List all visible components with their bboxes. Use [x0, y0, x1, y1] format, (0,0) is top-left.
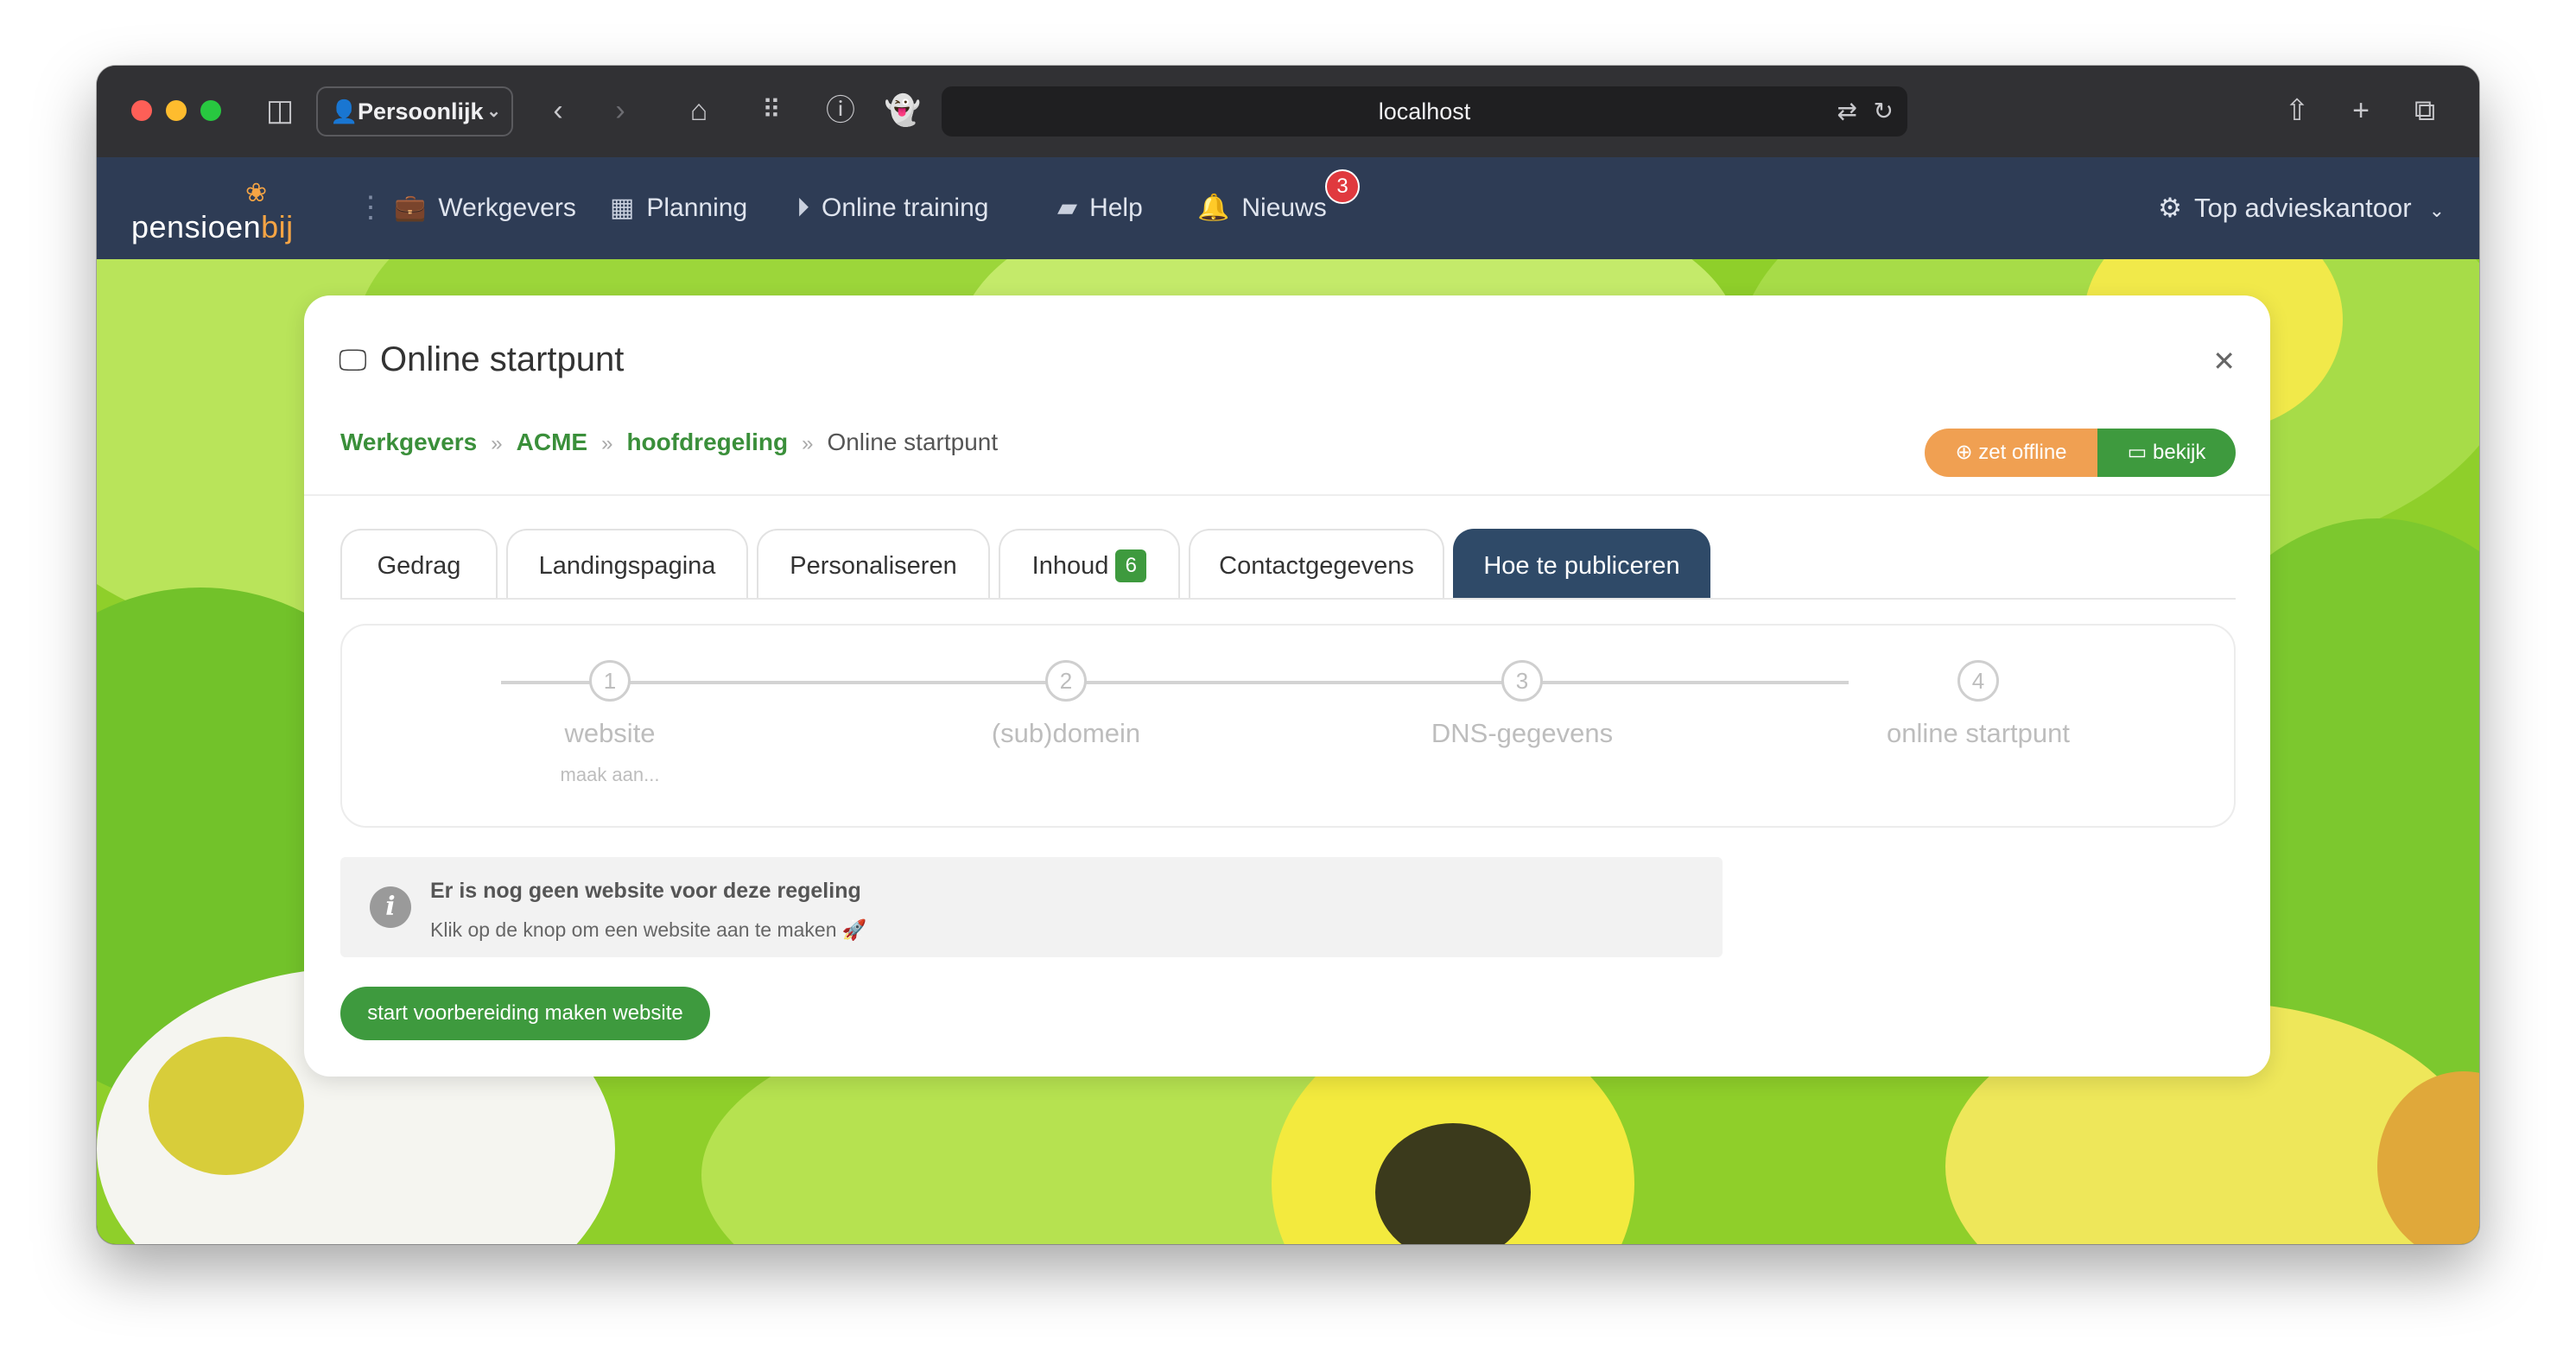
close-window-button[interactable]: [131, 100, 152, 121]
breadcrumb-acme[interactable]: ACME: [517, 429, 587, 455]
step-1-sub: maak aan...: [560, 764, 660, 785]
logo-text-part1: pensioen: [131, 209, 262, 245]
nav-nieuws[interactable]: 🔔 Nieuws: [1197, 157, 1327, 259]
tab-label: Inhoud: [1031, 552, 1109, 580]
nav-online-training[interactable]: ⏵ Online training: [796, 157, 988, 259]
step-3-label: DNS-gegevens: [1431, 718, 1614, 748]
profile-label: Persoonlijk: [358, 98, 484, 124]
monitor-icon: 🖵: [339, 344, 367, 377]
logo-text-part2: bij: [261, 209, 294, 245]
reload-icon[interactable]: ↻: [1874, 86, 1894, 137]
nav-label: Nieuws: [1241, 194, 1327, 222]
tab-hoe-te-publiceren[interactable]: Hoe te publiceren: [1453, 529, 1710, 598]
publish-stepper: 1 website maak aan... 2 (sub)domein 3 DN…: [340, 624, 2236, 828]
translate-icon[interactable]: ⇄: [1837, 86, 1857, 137]
monitor-icon: ▭: [2127, 441, 2148, 464]
play-circle-icon: ⏵: [796, 194, 809, 222]
browser-toolbar: ◫ 👤 Persoonlijk ⌄ ‹ › ⌂ ⠿ ⓘ 👻 localhost …: [97, 66, 2479, 159]
app-navbar: ❀ pensioenbij ⋮ 💼 Werkgevers ▦ Planning ⏵ O…: [97, 157, 2479, 259]
chevron-right-icon: »: [601, 432, 613, 455]
password-manager-icon[interactable]: ⓘ: [819, 93, 862, 128]
step-4-circle: 4: [1957, 660, 1999, 702]
chevron-right-icon: »: [802, 432, 814, 455]
url-text: localhost: [1378, 98, 1471, 124]
forward-icon[interactable]: ›: [603, 93, 638, 128]
stepper-line: [501, 681, 1849, 684]
bee-icon: ❀: [245, 179, 268, 207]
briefcase-icon: 💼: [394, 194, 427, 222]
sidebar-toggle-icon[interactable]: ◫: [261, 93, 299, 128]
calendar-icon: ▦: [610, 194, 635, 222]
info-title: Er is nog geen website voor deze regelin…: [430, 879, 861, 903]
bekijk-button[interactable]: ▭ bekijk: [2097, 429, 2236, 477]
bell-icon: 🔔: [1197, 194, 1230, 222]
bekijk-label: bekijk: [2153, 441, 2206, 464]
divider: [304, 494, 2270, 496]
grid-icon[interactable]: ⠿: [750, 93, 793, 128]
tab-label: Hoe te publiceren: [1483, 552, 1680, 580]
nav-label: Werkgevers: [438, 194, 576, 222]
ghost-extension-icon[interactable]: 👻: [881, 93, 924, 128]
info-icon: i: [370, 886, 411, 928]
info-text: Klik op de knop om een website aan te ma…: [430, 918, 867, 941]
book-icon: ▰: [1057, 194, 1078, 222]
profile-selector[interactable]: 👤 Persoonlijk ⌄: [316, 86, 513, 137]
tab-label: Personaliseren: [790, 552, 957, 580]
tab-contactgegevens[interactable]: Contactgegevens: [1189, 529, 1444, 598]
nav-label: Online training: [822, 194, 989, 222]
tab-personaliseren[interactable]: Personaliseren: [757, 529, 990, 598]
chevron-down-icon: ⌄: [486, 102, 501, 121]
tab-label: Contactgegevens: [1219, 552, 1414, 580]
breadcrumb: Werkgevers » ACME » hoofdregeling » Online sta…: [340, 425, 998, 461]
account-menu[interactable]: ⚙ Top advieskantoor ⌄: [2158, 157, 2445, 259]
minimize-window-button[interactable]: [166, 100, 187, 121]
start-website-button[interactable]: start voorbereiding maken website: [340, 987, 710, 1040]
tab-overview-icon[interactable]: ⧉: [2403, 93, 2446, 128]
tab-label: Gedrag: [377, 552, 461, 580]
nav-label: Planning: [646, 194, 748, 222]
address-bar[interactable]: localhost ⇄ ↻: [942, 86, 1907, 137]
tab-landingspagina[interactable]: Landingspagina: [506, 529, 748, 598]
close-icon[interactable]: ✕: [2212, 344, 2236, 378]
chevron-right-icon: »: [491, 432, 503, 455]
home-icon[interactable]: ⌂: [677, 93, 720, 128]
tab-inhoud[interactable]: Inhoud 6: [999, 529, 1180, 598]
online-startpunt-card: 🖵 Online startpunt ✕ Werkgevers » ACME » hoo…: [304, 295, 2270, 1077]
step-1-circle: 1: [589, 660, 631, 702]
gear-icon: ⚙: [2158, 193, 2182, 223]
person-icon: 👤: [330, 98, 358, 124]
pensioenbij-logo[interactable]: ❀ pensioenbij: [131, 178, 304, 247]
daisy-center: [149, 1037, 304, 1175]
tab-label: Landingspagina: [538, 552, 716, 580]
breadcrumb-werkgevers[interactable]: Werkgevers: [340, 429, 477, 455]
nav-werkgevers[interactable]: 💼 Werkgevers: [394, 157, 576, 259]
back-icon[interactable]: ‹: [541, 93, 575, 128]
nav-planning[interactable]: ▦ Planning: [610, 157, 747, 259]
tab-gedrag[interactable]: Gedrag: [340, 529, 498, 598]
step-3-circle: 3: [1501, 660, 1543, 702]
zoom-window-button[interactable]: [200, 100, 221, 121]
nav-label: Help: [1089, 194, 1143, 222]
zet-offline-label: zet offline: [1978, 441, 2067, 464]
breadcrumb-current: Online startpunt: [827, 429, 999, 455]
step-2-circle: 2: [1045, 660, 1087, 702]
zet-offline-button[interactable]: ⊕ zet offline: [1925, 429, 2097, 477]
step-4-label: online startpunt: [1887, 718, 2070, 748]
account-label: Top advieskantoor: [2193, 193, 2412, 223]
more-vertical-icon[interactable]: ⋮: [356, 190, 385, 225]
globe-icon: ⊕: [1955, 441, 1973, 464]
page-title: Online startpunt: [380, 340, 625, 378]
step-2-label: (sub)domein: [991, 718, 1141, 748]
share-icon[interactable]: ⇧: [2275, 93, 2319, 128]
inhoud-count-badge: 6: [1115, 549, 1147, 582]
chevron-down-icon: ⌄: [2428, 200, 2445, 221]
news-count-badge: 3: [1325, 169, 1360, 204]
info-alert: i Er is nog geen website voor deze regel…: [340, 857, 1723, 957]
browser-window: ◫ 👤 Persoonlijk ⌄ ‹ › ⌂ ⠿ ⓘ 👻 localhost …: [97, 66, 2479, 1244]
new-tab-icon[interactable]: +: [2339, 93, 2382, 128]
step-1-label: website: [564, 718, 656, 748]
nav-help[interactable]: ▰ Help: [1057, 157, 1143, 259]
breadcrumb-hoofdregeling[interactable]: hoofdregeling: [626, 429, 788, 455]
